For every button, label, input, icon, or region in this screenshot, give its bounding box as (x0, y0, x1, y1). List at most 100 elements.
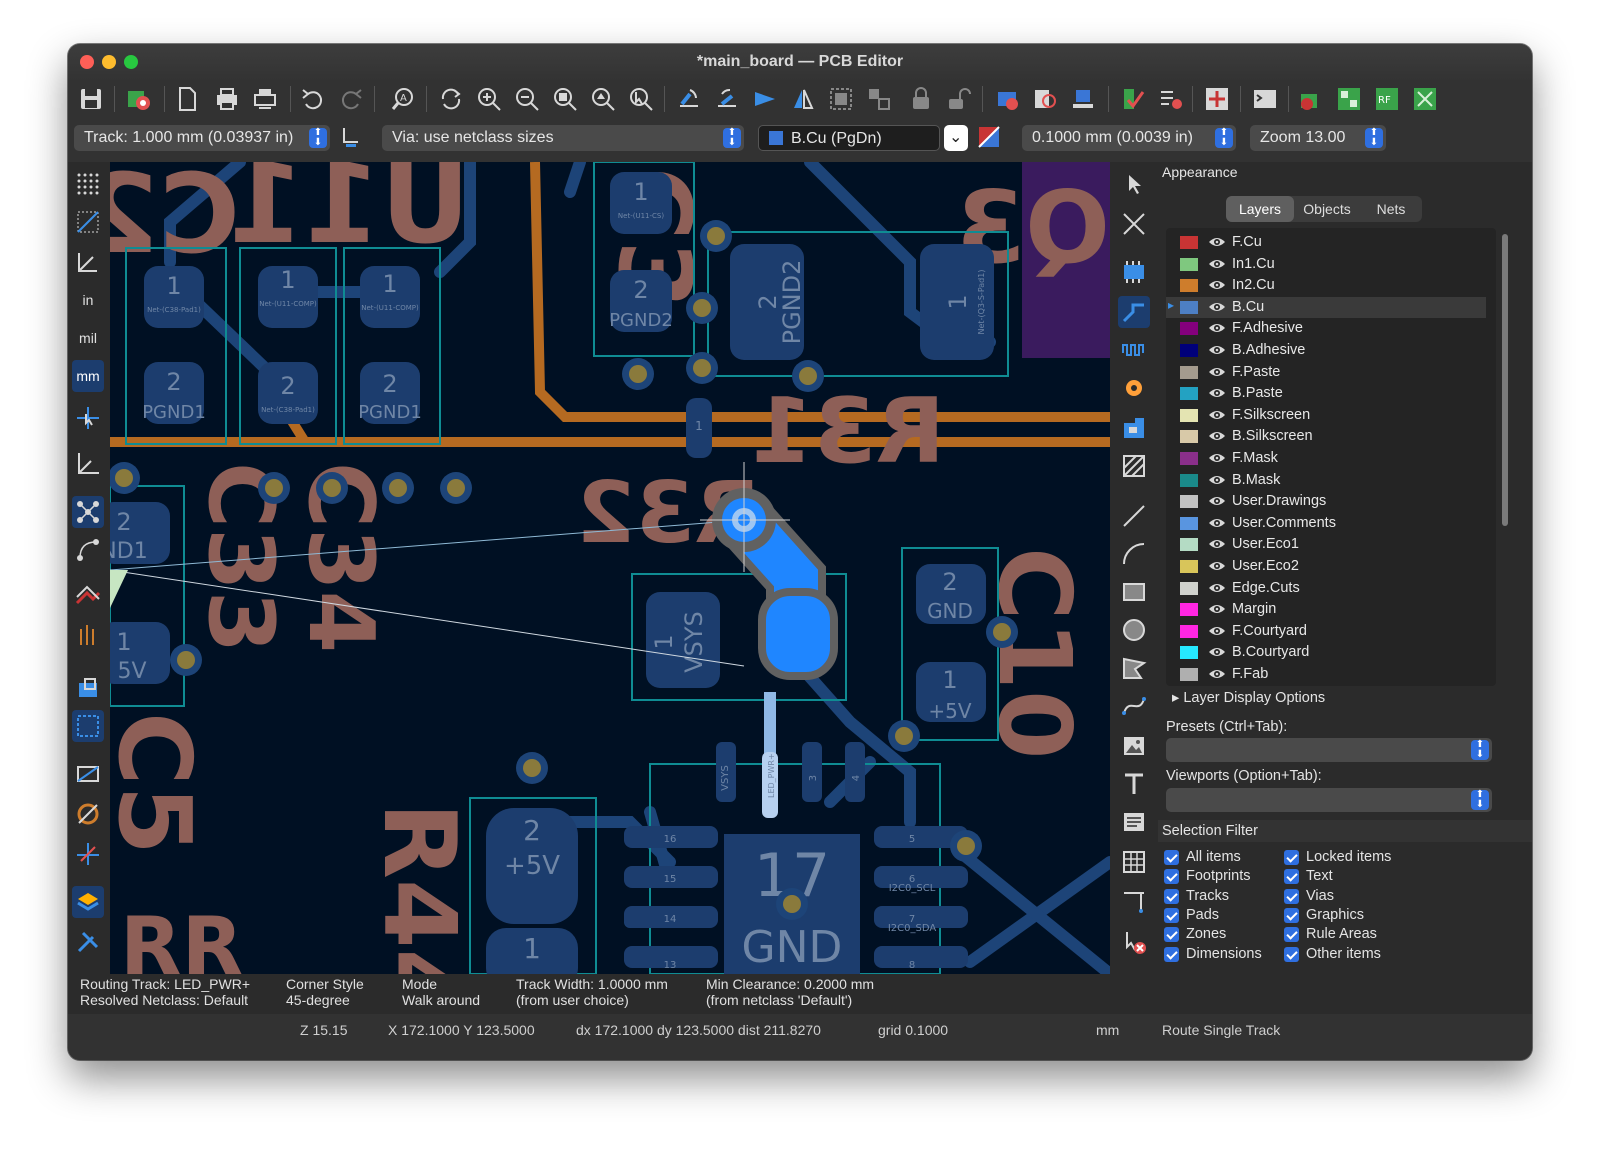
layer-row-f-fab[interactable]: F.Fab (1166, 664, 1486, 685)
eye-icon[interactable] (1208, 494, 1226, 508)
add-bezier-icon[interactable] (1118, 690, 1150, 722)
presets-select[interactable]: ⬆ ⬇ (1166, 738, 1492, 762)
draw-arc-icon[interactable] (1118, 538, 1150, 570)
route-icon[interactable] (1410, 84, 1440, 114)
redo-icon[interactable] (336, 84, 366, 114)
select-arrow-icon[interactable] (1118, 168, 1150, 200)
undo-icon[interactable] (298, 84, 328, 114)
filter-checkbox-dimensions[interactable]: Dimensions (1164, 945, 1262, 964)
add-textbox-icon[interactable] (1118, 806, 1150, 838)
eye-icon[interactable] (1208, 343, 1226, 357)
filter-checkbox-locked-items[interactable]: Locked items (1284, 848, 1391, 867)
layer-row-user-eco2[interactable]: User.Eco2 (1166, 556, 1486, 577)
mils-icon[interactable]: mil (72, 322, 104, 354)
tune-length-icon[interactable] (1118, 334, 1150, 366)
layer-display-options[interactable]: ▸ Layer Display Options (1172, 690, 1325, 706)
layer-row-in1-cu[interactable]: In1.Cu (1166, 254, 1486, 275)
zones-filled-icon[interactable] (72, 580, 104, 612)
zoom-selection-icon[interactable] (626, 84, 656, 114)
cursor-full-icon[interactable] (72, 402, 104, 434)
rotate-ccw-icon[interactable] (674, 84, 704, 114)
tab-nets[interactable]: Nets (1360, 196, 1422, 222)
ungroup-icon[interactable] (864, 84, 894, 114)
properties-icon[interactable] (72, 926, 104, 958)
auto-track-width-icon[interactable] (336, 122, 366, 152)
filter-checkbox-rule-areas[interactable]: Rule Areas (1284, 925, 1377, 944)
footprint-editor-icon[interactable] (992, 84, 1022, 114)
eye-icon[interactable] (1208, 559, 1226, 573)
layer-color-swatch[interactable] (1180, 365, 1198, 379)
layer-color-swatch[interactable] (1180, 279, 1198, 293)
layer-row-f-courtyard[interactable]: F.Courtyard (1166, 621, 1486, 642)
add-table-icon[interactable] (1118, 846, 1150, 878)
measure-icon[interactable] (72, 448, 104, 480)
graphics-outline-icon[interactable] (72, 758, 104, 790)
eye-icon[interactable] (1208, 321, 1226, 335)
layer-row-user-eco1[interactable]: User.Eco1 (1166, 534, 1486, 555)
pads-outline-icon[interactable] (72, 672, 104, 704)
group-icon[interactable] (826, 84, 856, 114)
layers-manager-icon[interactable] (72, 886, 104, 918)
layer-row-f-paste[interactable]: F.Paste (1166, 362, 1486, 383)
filter-checkbox-pads[interactable]: Pads (1164, 906, 1219, 925)
print-icon[interactable] (212, 84, 242, 114)
add-footprint-icon[interactable] (1118, 256, 1150, 288)
layer-row-b-courtyard[interactable]: B.Courtyard (1166, 642, 1486, 663)
eye-icon[interactable] (1208, 235, 1226, 249)
curved-ratsnest-icon[interactable] (72, 534, 104, 566)
layer-list-scrollbar[interactable] (1502, 234, 1508, 526)
draw-line-icon[interactable] (1118, 500, 1150, 532)
layer-color-swatch[interactable] (1180, 668, 1198, 681)
add-zone-icon[interactable] (1118, 412, 1150, 444)
layer-row-f-cu[interactable]: F.Cu (1166, 232, 1486, 253)
layer-color-swatch[interactable] (1180, 646, 1198, 660)
eye-icon[interactable] (1208, 278, 1226, 292)
route-track-icon[interactable] (1118, 296, 1150, 328)
layer-color-swatch[interactable] (1180, 257, 1198, 271)
layer-row-f-silkscreen[interactable]: F.Silkscreen (1166, 405, 1486, 426)
via-size-select[interactable]: Via: use netclass sizes ⬆ ⬇ (382, 125, 744, 151)
rotate-cw-icon[interactable] (712, 84, 742, 114)
layer-row-b-cu[interactable]: ▸ B.Cu (1166, 296, 1486, 318)
eye-icon[interactable] (1208, 537, 1226, 551)
layer-row-b-paste[interactable]: B.Paste (1166, 383, 1486, 404)
eye-icon[interactable] (1208, 429, 1226, 443)
layer-row-user-comments[interactable]: User.Comments (1166, 513, 1486, 534)
footprint-browser-icon[interactable] (1030, 84, 1060, 114)
layer-dropdown-chevron-icon[interactable]: ⌄ (944, 125, 968, 151)
active-layer-select[interactable]: B.Cu (PgDn) (758, 125, 940, 151)
layer-color-swatch[interactable] (1180, 322, 1198, 336)
draw-rectangle-icon[interactable] (1118, 576, 1150, 608)
filter-checkbox-other-items[interactable]: Other items (1284, 945, 1381, 964)
tracks-outline-icon[interactable] (72, 618, 104, 650)
drc-markers-icon[interactable] (72, 838, 104, 870)
freerouter-icon[interactable] (1296, 84, 1326, 114)
layer-color-swatch[interactable] (1180, 581, 1198, 595)
add-image-icon[interactable] (1118, 730, 1150, 762)
lock-icon[interactable] (906, 84, 936, 114)
redraw-icon[interactable] (436, 84, 466, 114)
draw-circle-icon[interactable] (1118, 614, 1150, 646)
filter-checkbox-zones[interactable]: Zones (1164, 925, 1226, 944)
eye-icon[interactable] (1208, 473, 1226, 487)
layer-row-b-adhesive[interactable]: B.Adhesive (1166, 340, 1486, 361)
eye-icon[interactable] (1208, 667, 1226, 681)
grid-size-select[interactable]: 0.1000 mm (0.0039 in) ⬆ ⬇ (1022, 125, 1236, 151)
local-ratsnest-icon[interactable] (1118, 208, 1150, 240)
tab-objects[interactable]: Objects (1294, 196, 1360, 222)
save-icon[interactable] (76, 84, 106, 114)
net-inspector-icon[interactable] (1156, 84, 1186, 114)
layer-color-swatch[interactable] (1180, 236, 1198, 249)
update-from-schematic-icon[interactable] (1068, 84, 1098, 114)
eye-icon[interactable] (1208, 602, 1226, 616)
layer-color-swatch[interactable] (1180, 603, 1198, 617)
grid-toggle-icon[interactable] (72, 168, 104, 200)
eye-icon[interactable] (1208, 365, 1226, 379)
layer-color-swatch[interactable] (1180, 624, 1198, 638)
layer-color-swatch[interactable] (1180, 430, 1198, 444)
zoom-select[interactable]: Zoom 13.00 ⬆ ⬇ (1250, 125, 1386, 151)
drc-icon[interactable] (1118, 84, 1148, 114)
eye-icon[interactable] (1208, 624, 1226, 638)
layer-row-b-mask[interactable]: B.Mask (1166, 470, 1486, 491)
board-setup-icon[interactable] (124, 84, 154, 114)
